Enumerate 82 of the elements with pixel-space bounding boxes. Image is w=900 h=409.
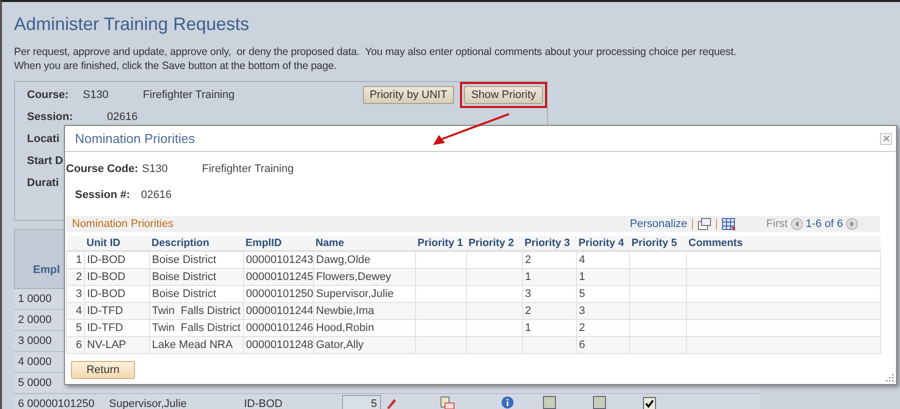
- table-cell: 2: [522, 251, 576, 268]
- row-number: 4: [66, 302, 84, 320]
- column-header: EmplID: [244, 236, 314, 251]
- priority-button[interactable]: Priority by UNIT: [362, 86, 454, 104]
- field-label: Course Code:: [66, 163, 140, 175]
- field-label: Start D: [27, 155, 64, 167]
- table-cell: 3: [576, 302, 630, 320]
- table-cell: Twin Falls District: [150, 302, 244, 320]
- field-label: Durati: [27, 177, 60, 189]
- table-cell: 2: [576, 320, 630, 336]
- table-cell: 1 0000: [18, 293, 52, 305]
- field-value: S130: [142, 163, 169, 175]
- field-value: S130: [82, 89, 110, 101]
- table-cell: ID-BOD: [84, 268, 150, 286]
- return-button[interactable]: Return: [71, 361, 135, 379]
- dialog-title: Nomination Priorities: [75, 131, 195, 146]
- column-header: Empl: [33, 264, 60, 276]
- table-cell: Supervisor,Julie: [109, 398, 187, 409]
- table-cell: 2: [522, 302, 576, 320]
- row-number: 3: [66, 286, 84, 302]
- table-cell: ID-TFD: [84, 320, 150, 336]
- table-cell: Boise District: [150, 251, 244, 268]
- personalize-link[interactable]: Personalize: [630, 218, 688, 230]
- table-cell: 1: [522, 268, 576, 286]
- grid-title: Nomination Priorities: [72, 218, 174, 230]
- table-cell: 1: [522, 320, 576, 336]
- column-header: Name: [314, 236, 416, 251]
- table-cell: 00000101250: [244, 286, 314, 302]
- table-cell: 4: [576, 251, 630, 268]
- table-cell: 00000101243: [244, 251, 314, 268]
- course-description: Firefighter Training: [202, 163, 294, 175]
- table-cell: 5: [576, 286, 630, 302]
- table-cell: Supervisor,Julie: [314, 286, 416, 302]
- table-cell: 5 0000: [18, 377, 52, 389]
- priority-button[interactable]: Show Priority: [464, 86, 543, 104]
- column-header: Priority 3: [522, 236, 576, 251]
- table-cell: Flowers,Dewey: [314, 268, 416, 286]
- column-header: Priority 1: [416, 236, 466, 251]
- table-cell: Dawg,Olde: [314, 251, 416, 268]
- row-number: 1: [66, 251, 84, 268]
- field-label: Session:: [27, 111, 74, 123]
- column-header: Unit ID: [84, 236, 150, 251]
- table-cell: 6 00000101250: [18, 398, 94, 409]
- instructions-text: Per request, approve and update, approve only, or deny the proposed data. You may also enter optional comments about your processing choice per request. When you are finished, click the Save button at the bottom of the page.: [14, 45, 738, 73]
- table-cell: 00000101245: [244, 268, 314, 286]
- row-number: 2: [66, 268, 84, 286]
- table-cell: 2 0000: [18, 314, 52, 326]
- page-range: 1-6 of 6: [806, 218, 843, 230]
- column-header: Comments: [686, 236, 880, 251]
- table-cell: 3 0000: [18, 335, 52, 347]
- field-label: Session #:: [75, 189, 132, 201]
- page-title: Administer Training Requests: [14, 13, 250, 36]
- field-value: 02616: [141, 189, 173, 201]
- table-cell: 3: [522, 286, 576, 302]
- table-cell: 6: [576, 336, 630, 354]
- table-cell: 1: [576, 268, 630, 286]
- column-header: Priority 5: [630, 236, 686, 251]
- table-cell: Hood,Robin: [314, 320, 416, 336]
- table-cell: Lake Mead NRA: [150, 336, 244, 354]
- table-cell: NV-LAP: [84, 336, 150, 354]
- table-cell: Gator,Ally: [314, 336, 416, 354]
- table-cell: ID-BOD: [84, 251, 150, 268]
- table-cell: 00000101246: [244, 320, 314, 336]
- table-cell: 00000101244: [244, 302, 314, 320]
- column-header: Description: [150, 236, 244, 251]
- table-cell: Twin Falls District: [150, 320, 244, 336]
- table-cell: Newbie,Ima: [314, 302, 416, 320]
- table-cell: 4 0000: [18, 356, 52, 368]
- row-number: 5: [66, 320, 84, 336]
- table-cell: ID-TFD: [84, 302, 150, 320]
- field-value: 02616: [107, 111, 139, 123]
- table-cell: ID-BOD: [244, 398, 282, 409]
- priority-field[interactable]: 5: [342, 395, 381, 409]
- table-cell: Boise District: [150, 286, 244, 302]
- column-header: Priority 2: [466, 236, 522, 251]
- column-header: Priority 4: [576, 236, 630, 251]
- table-cell: ID-BOD: [84, 286, 150, 302]
- table-cell: 00000101248: [244, 336, 314, 354]
- field-label: Course:: [27, 89, 70, 101]
- row-number: 6: [66, 336, 84, 354]
- course-description: Firefighter Training: [142, 89, 236, 101]
- table-cell: Boise District: [150, 268, 244, 286]
